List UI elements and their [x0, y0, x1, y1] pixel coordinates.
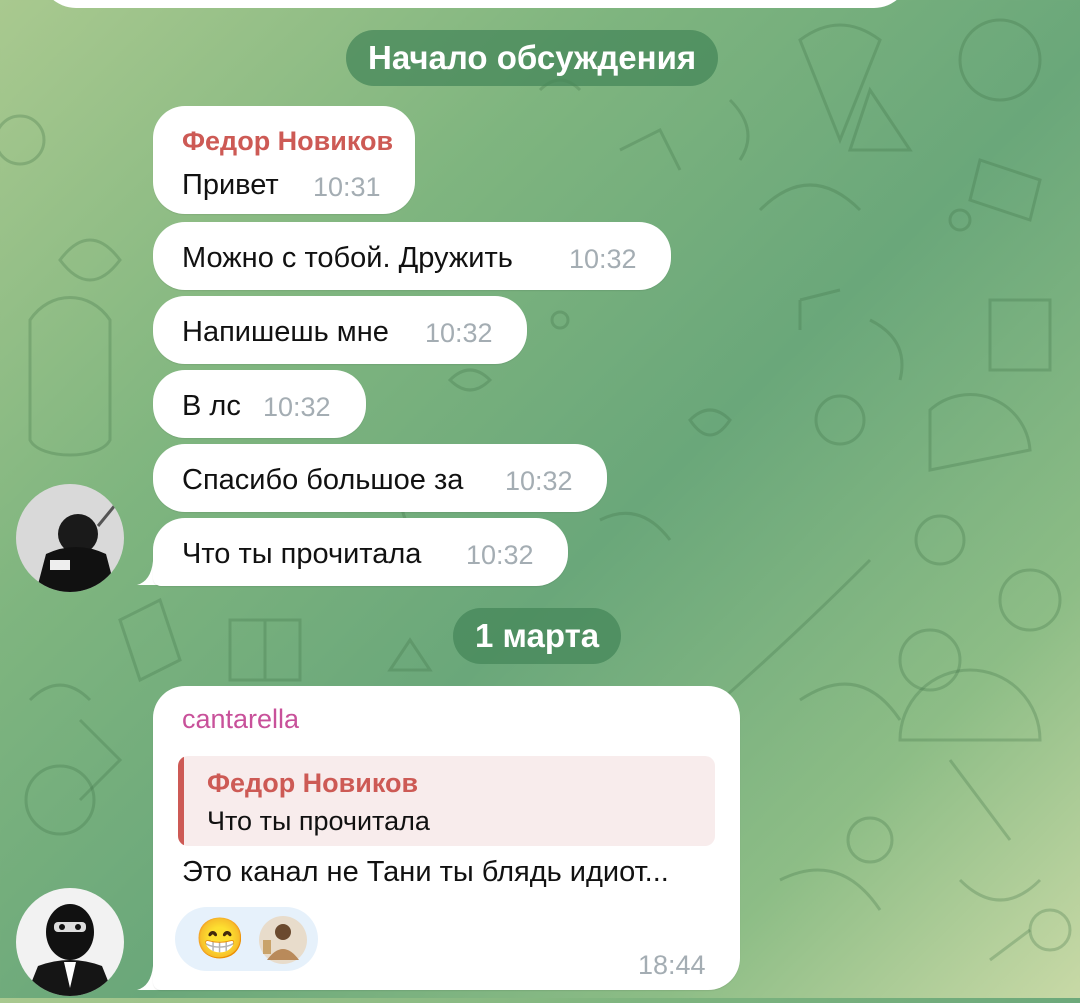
message-text: Что ты прочитала: [182, 538, 422, 570]
previous-message-bubble[interactable]: [40, 0, 910, 8]
message-time: 18:44: [638, 950, 706, 980]
message-text: Привет: [182, 169, 279, 201]
message-bubble[interactable]: Спасибо большое за 10:32: [153, 444, 607, 512]
reply-message-bubble[interactable]: cantarella Федор Новиков Что ты прочитал…: [153, 686, 740, 990]
message-time: 10:32: [263, 392, 331, 422]
quote-text: Что ты прочитала: [207, 806, 430, 836]
message-text: Спасибо большое за: [182, 464, 464, 496]
message-time: 10:32: [569, 244, 637, 274]
message-time: 10:32: [505, 466, 573, 496]
message-text: В лс: [182, 390, 241, 422]
reply-quote[interactable]: Федор Новиков Что ты прочитала: [178, 756, 715, 846]
quote-sender: Федор Новиков: [207, 768, 419, 798]
sender-avatar[interactable]: [16, 484, 124, 592]
message-bubble[interactable]: Можно с тобой. Дружить 10:32: [153, 222, 671, 290]
message-time: 10:32: [425, 318, 493, 348]
sender-name[interactable]: Федор Новиков: [182, 126, 393, 157]
message-bubble[interactable]: Что ты прочитала 10:32: [153, 518, 568, 586]
message-text: Это канал не Тани ты блядь идиот...: [182, 856, 669, 888]
message-time: 10:32: [466, 540, 534, 570]
discussion-start-label: Начало обсуждения: [346, 30, 719, 86]
message-bubble[interactable]: Напишешь мне 10:32: [153, 296, 527, 364]
quote-bar: [178, 756, 184, 846]
reactor-avatar: [259, 916, 307, 964]
message-text: Можно с тобой. Дружить: [182, 242, 513, 274]
message-bubble[interactable]: Федор Новиков Привет 10:31: [153, 106, 415, 214]
message-text: Напишешь мне: [182, 316, 389, 348]
message-bubble[interactable]: В лс 10:32: [153, 370, 366, 438]
sender-avatar[interactable]: [16, 888, 124, 996]
sender-name[interactable]: cantarella: [182, 704, 299, 735]
date-divider: 1 марта: [453, 608, 622, 664]
reaction-chip[interactable]: 😁: [175, 907, 318, 971]
message-time: 10:31: [313, 172, 381, 202]
grinning-emoji-icon: 😁: [195, 917, 245, 961]
